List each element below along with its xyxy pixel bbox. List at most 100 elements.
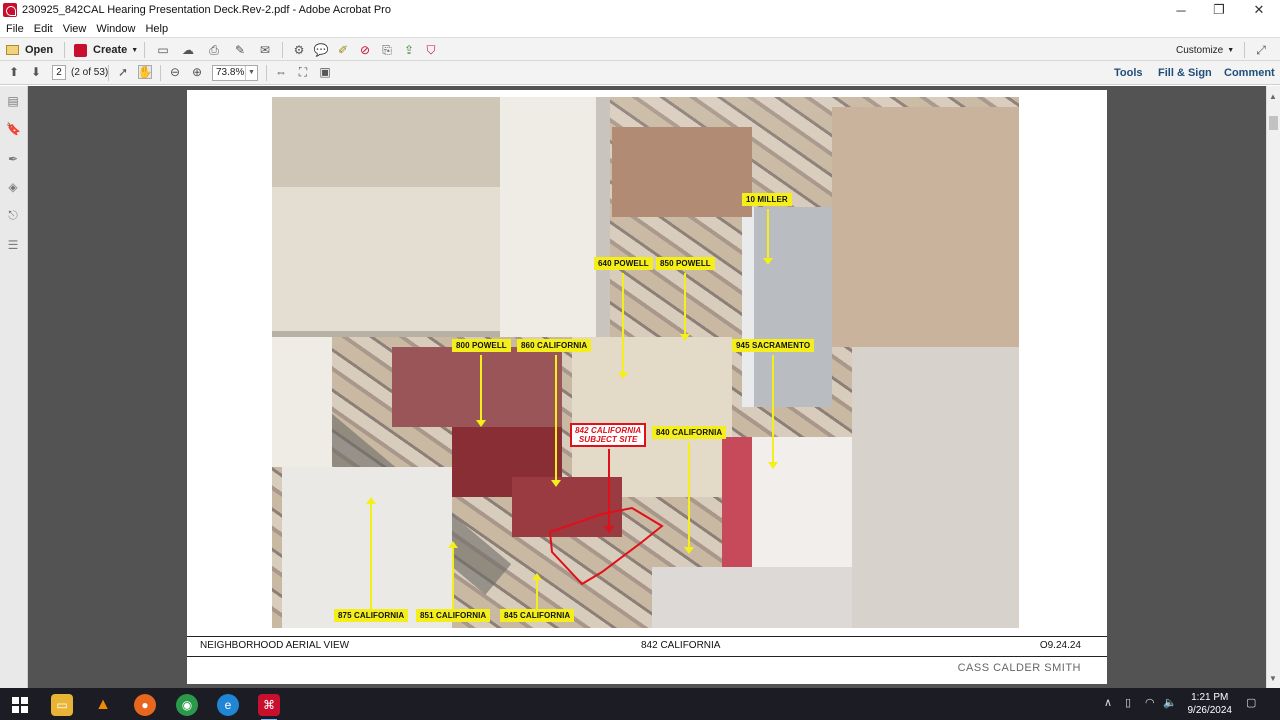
menu-view[interactable]: View (63, 23, 87, 35)
menu-file[interactable]: File (6, 23, 24, 35)
show-hidden-icons-icon[interactable]: ∧ (1104, 696, 1112, 709)
arrow (680, 273, 690, 341)
page-number-input[interactable]: 2 (52, 65, 66, 80)
firefox-icon[interactable]: ● (134, 694, 156, 716)
tools-link[interactable]: Tools (1114, 67, 1143, 79)
comment-link[interactable]: Comment (1224, 67, 1275, 79)
zoom-out-icon[interactable]: ⊖ (168, 65, 182, 79)
attachments-icon[interactable]: ⎋ (6, 208, 20, 222)
aerial-photo: 10 MILLER 640 POWELL 850 POWELL 800 POWE… (272, 97, 1019, 628)
building (392, 347, 562, 427)
save-icon[interactable]: ▭ (156, 43, 170, 57)
menu-help[interactable]: Help (145, 23, 168, 35)
hand-tool-icon[interactable]: ✋ (138, 65, 152, 79)
sticky-note-icon[interactable]: ✐ (336, 43, 350, 57)
toolbar-divider (108, 65, 109, 81)
label-850-powell: 850 POWELL (656, 257, 715, 270)
scroll-thumb[interactable] (1269, 116, 1278, 130)
settings-gear-icon[interactable]: ⚙ (292, 43, 306, 57)
print-icon[interactable]: ⎙ (207, 43, 221, 57)
expand-icon[interactable]: ⤢ (1254, 43, 1268, 57)
create-button[interactable]: Create ▼ (74, 41, 138, 59)
navigation-pane: ▤ 🔖 ✒ ◈ ⎋ ☰ (0, 86, 28, 688)
subject-site-line2: SUBJECT SITE (578, 435, 638, 444)
customize-button[interactable]: Customize ▼ (1176, 41, 1234, 59)
battery-icon[interactable]: ▯ (1125, 696, 1131, 709)
comment-bubble-icon[interactable]: 💬 (314, 43, 329, 57)
vlc-icon[interactable]: ▲ (92, 694, 114, 716)
main-toolbar: Open Create ▼ ▭ ☁ ⎙ ✎ ✉ ⚙ 💬 ✐ ⊘ ⎘ ⇪ ⛉ Cu… (0, 37, 1280, 61)
clock-time: 1:21 PM (1191, 692, 1229, 703)
toolbar-divider (64, 42, 65, 58)
reading-mode-icon[interactable]: ▣ (318, 65, 332, 79)
file-explorer-icon[interactable]: ▭ (51, 694, 73, 716)
restore-button[interactable]: ❐ (1200, 0, 1238, 20)
window-title: 230925_842CAL Hearing Presentation Deck.… (22, 4, 391, 16)
windows-taskbar: ▭ ▲ ● ◉ e ⌘ ∧ ▯ ◠ 🔈 1:21 PM 9/26/2024 ▢ (0, 688, 1280, 720)
scroll-up-icon[interactable]: ▲ (1269, 92, 1277, 101)
fit-width-icon[interactable]: ⇔ (274, 65, 288, 79)
edge-icon[interactable]: e (217, 694, 239, 716)
menu-window[interactable]: Window (96, 23, 135, 35)
notifications-icon[interactable]: ▢ (1246, 696, 1256, 709)
chrome-icon[interactable]: ◉ (176, 694, 198, 716)
arrow (684, 442, 694, 554)
chevron-down-icon: ▼ (1227, 46, 1235, 54)
pdf-page: 10 MILLER 640 POWELL 850 POWELL 800 POWE… (187, 90, 1107, 684)
windows-start-icon[interactable] (9, 694, 31, 716)
building (282, 467, 452, 628)
label-640-powell: 640 POWELL (594, 257, 653, 270)
toolbar-divider (160, 65, 161, 81)
building (852, 347, 1019, 628)
wifi-icon[interactable]: ◠ (1145, 696, 1155, 709)
building (272, 187, 502, 337)
menu-edit[interactable]: Edit (34, 23, 53, 35)
fit-page-icon[interactable]: ⛶ (296, 65, 310, 79)
subject-site-outline (548, 506, 664, 586)
vertical-scrollbar[interactable]: ▲ ▼ (1266, 86, 1280, 688)
previous-page-icon[interactable]: ⬆ (7, 65, 21, 79)
arrow (618, 273, 628, 379)
arrow (366, 497, 376, 609)
minimize-button[interactable]: ─ (1162, 0, 1200, 20)
navigation-toolbar: ⬆ ⬇ 2 (2 of 53) ➚ ✋ ⊖ ⊕ 73.8% ▼ ⇔ ⛶ ▣ To… (0, 61, 1280, 85)
export-icon[interactable]: ⇪ (402, 43, 416, 57)
label-845-california: 845 CALIFORNIA (500, 609, 575, 622)
next-page-icon[interactable]: ⬇ (29, 65, 43, 79)
close-button[interactable]: ✕ (1240, 0, 1278, 20)
zoom-in-icon[interactable]: ⊕ (190, 65, 204, 79)
email-icon[interactable]: ✉ (258, 43, 272, 57)
document-area[interactable]: 10 MILLER 640 POWELL 850 POWELL 800 POWE… (28, 86, 1266, 688)
protect-icon[interactable]: ⛉ (424, 43, 438, 57)
menu-bar: File Edit View Window Help (0, 20, 1280, 37)
toolbar-divider (282, 42, 283, 58)
stamp-icon[interactable]: ⎘ (380, 43, 394, 57)
redact-icon[interactable]: ⊘ (358, 43, 372, 57)
acrobat-icon (3, 3, 17, 17)
scroll-down-icon[interactable]: ▼ (1269, 674, 1277, 683)
zoom-value: 73.8% (216, 67, 245, 78)
clock[interactable]: 1:21 PM 9/26/2024 (1188, 691, 1233, 717)
building (272, 337, 332, 467)
select-cursor-icon[interactable]: ➚ (116, 65, 130, 79)
signatures-icon[interactable]: ✒ (6, 152, 20, 166)
bookmarks-icon[interactable]: 🔖 (6, 122, 21, 136)
create-pdf-icon (74, 43, 87, 57)
subject-site-line1: 842 CALIFORNIA (575, 426, 642, 435)
volume-icon[interactable]: 🔈 (1163, 696, 1177, 709)
cloud-upload-icon[interactable]: ☁ (181, 43, 195, 57)
content-icon[interactable]: ☰ (6, 238, 20, 252)
create-label: Create (93, 44, 128, 56)
fill-sign-link[interactable]: Fill & Sign (1158, 67, 1212, 79)
footer-rule (187, 656, 1107, 657)
chevron-down-icon[interactable]: ▼ (245, 66, 257, 80)
arrow (476, 355, 486, 427)
customize-label: Customize (1176, 44, 1224, 56)
open-button[interactable]: Open (6, 41, 53, 59)
edit-icon[interactable]: ✎ (233, 43, 247, 57)
page-thumbnails-icon[interactable]: ▤ (6, 94, 20, 108)
label-10-miller: 10 MILLER (742, 193, 792, 206)
zoom-field[interactable]: 73.8% ▼ (212, 65, 258, 81)
acrobat-taskbar-icon[interactable]: ⌘ (258, 694, 280, 720)
layers-icon[interactable]: ◈ (6, 180, 20, 194)
